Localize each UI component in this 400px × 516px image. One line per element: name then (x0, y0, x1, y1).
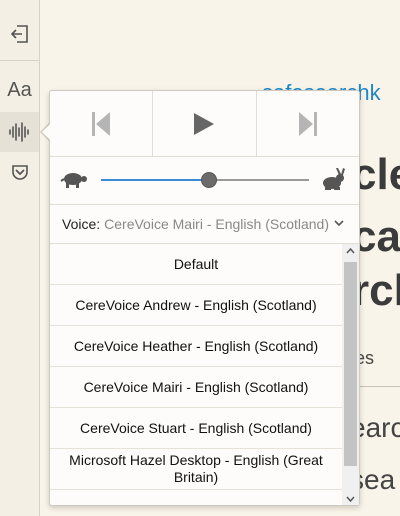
chevron-down-icon (334, 220, 344, 227)
skip-forward-button[interactable] (257, 91, 359, 156)
panel-arrow-fill (42, 123, 51, 141)
rate-slider-thumb[interactable] (201, 172, 218, 188)
playback-controls (50, 91, 359, 157)
type-controls-icon: Aa (7, 78, 32, 101)
close-reader-button[interactable] (0, 14, 39, 54)
skip-back-button[interactable] (50, 91, 154, 156)
type-controls-button[interactable]: Aa (0, 70, 39, 110)
voice-option[interactable]: Microsoft Zira Desktop - English (United (50, 490, 342, 506)
voice-option[interactable]: Default (50, 244, 342, 285)
voice-option[interactable]: CereVoice Stuart - English (Scotland) (50, 408, 342, 449)
voice-option[interactable]: CereVoice Andrew - English (Scotland) (50, 285, 342, 326)
toolbar-divider (0, 60, 39, 61)
reader-toolbar: Aa (0, 0, 40, 516)
narrate-panel: Voice: CereVoice Mairi - English (Scotla… (49, 90, 360, 506)
voice-selected-value: CereVoice Mairi - English (Scotland) (104, 216, 330, 232)
voice-option[interactable]: CereVoice Mairi - English (Scotland) (50, 367, 342, 408)
pocket-icon (11, 165, 28, 180)
narrate-icon (8, 122, 29, 142)
scroll-up-icon[interactable] (345, 246, 356, 256)
close-reader-icon (10, 25, 28, 43)
narrate-button[interactable] (0, 112, 39, 152)
skip-back-icon (92, 111, 111, 136)
rabbit-icon (323, 168, 345, 190)
voice-option[interactable]: Microsoft Hazel Desktop - English (Great… (50, 449, 342, 490)
scroll-thumb[interactable] (344, 262, 357, 466)
play-icon (194, 112, 215, 135)
rate-control (50, 157, 359, 205)
rate-slider[interactable] (101, 172, 309, 188)
voice-select[interactable]: Voice: CereVoice Mairi - English (Scotla… (50, 205, 359, 243)
skip-forward-icon (298, 111, 317, 136)
pocket-button[interactable] (0, 152, 39, 192)
voice-label: Voice: (62, 216, 101, 232)
scroll-down-icon[interactable] (345, 494, 356, 504)
voice-options-list: Default CereVoice Andrew - English (Scot… (50, 243, 359, 505)
rate-slider-fill (101, 179, 210, 181)
list-scrollbar[interactable] (342, 244, 359, 505)
play-button[interactable] (153, 91, 257, 156)
turtle-icon (60, 173, 87, 188)
voice-option[interactable]: CereVoice Heather - English (Scotland) (50, 326, 342, 367)
